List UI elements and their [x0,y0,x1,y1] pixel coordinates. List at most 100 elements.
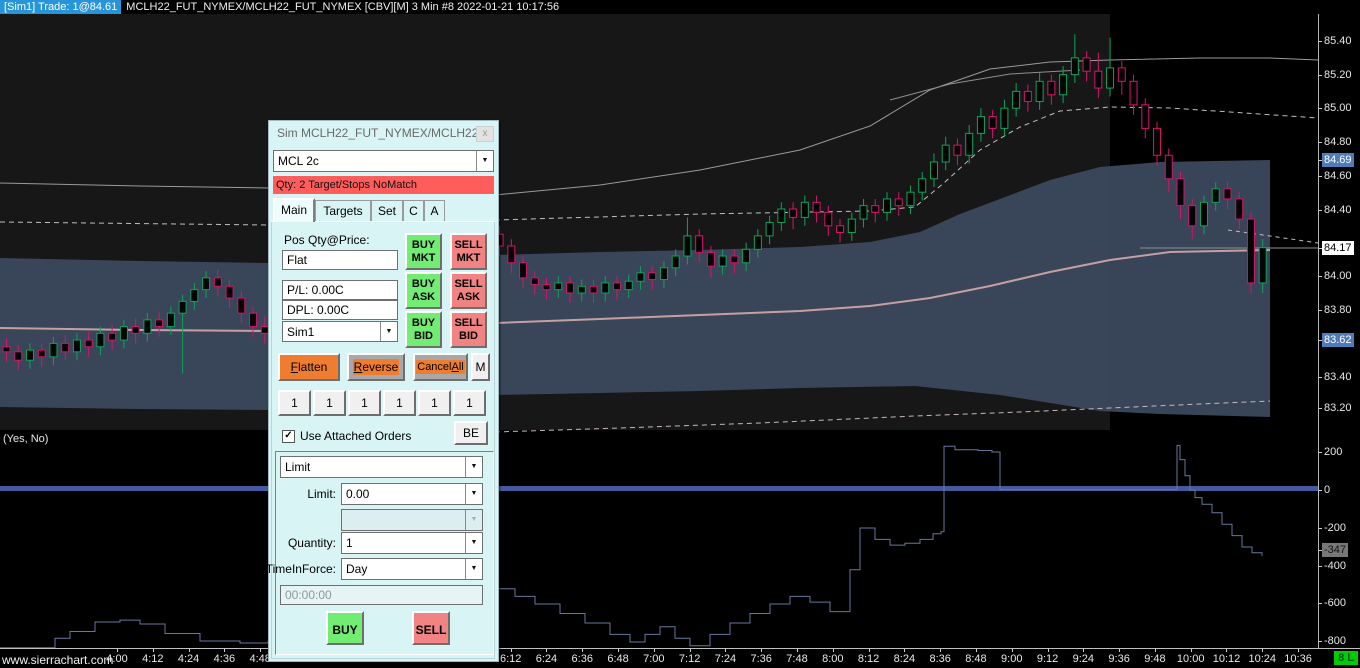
secondary-price-select: ▼ [341,509,483,531]
dropdown-arrow-icon[interactable]: ▼ [476,151,493,171]
price-label: 85.00 [1324,102,1352,114]
qty-preset-button-2[interactable]: 1 [313,390,346,416]
use-attached-orders-checkbox[interactable]: ✓ [282,430,295,443]
time-tick [1226,649,1228,652]
time-tick [260,649,262,652]
buy-bid-button[interactable]: BUY BID [405,311,442,348]
qty-preset-button-4[interactable]: 1 [383,390,416,416]
dropdown-arrow-icon[interactable]: ▼ [465,457,482,477]
time-label: 6:24 [535,653,558,665]
time-label: 7:00 [643,653,665,665]
zero-line [0,486,1318,491]
order-type-value: Limit [285,460,311,474]
price-label: -400 [1324,560,1347,572]
time-tick [940,649,942,652]
qty-preset-button-3[interactable]: 1 [348,390,381,416]
chart-title: MCLH22_FUT_NYMEX/MCLH22_FUT_NYMEX [CBV][… [126,1,560,13]
flatten-button[interactable]: Flatten [278,353,340,381]
tab-main[interactable]: Main [273,198,315,222]
qty-preset-button-6[interactable]: 1 [453,390,486,416]
tif-value: Day [346,562,368,576]
time-tick [618,649,620,652]
account-select-value: Sim1 [287,325,315,339]
limit-price-value: 0.00 [346,487,370,501]
close-icon[interactable]: x [476,126,494,142]
time-label: 4:36 [213,653,236,665]
account-select[interactable]: Sim1 ▼ [282,321,398,342]
price-highlight-label: 83.62 [1322,333,1354,347]
reverse-button[interactable]: Reverse [347,353,405,381]
time-tick [188,649,190,652]
time-label: 10:36 [1284,653,1312,665]
trade-window[interactable]: Sim MCLH22_FUT_NYMEX/MCLH22... x MCL 2c … [266,120,499,662]
qty-preset-button-1[interactable]: 1 [278,390,311,416]
quantity-label: Quantity: [287,536,336,550]
time-label: 7:48 [786,653,808,665]
delta-step-line [0,444,1263,648]
time-tick [117,649,118,652]
axis-divider [1318,14,1319,648]
order-type-select[interactable]: Limit ▼ [280,456,483,478]
time-tick [1190,649,1192,652]
price-label: 83.80 [1324,304,1352,316]
buy-ask-button[interactable]: BUY ASK [405,272,442,309]
sell-bid-button[interactable]: SELL BID [450,311,487,348]
dropdown-arrow-icon[interactable]: ▼ [465,533,482,553]
time-label: 10:24 [1248,653,1277,665]
use-attached-orders-label: Use Attached Orders [300,429,412,443]
candle [1117,61,1126,95]
time-label: 7:24 [714,653,737,665]
sell-button[interactable]: SELL [412,611,450,645]
time-tick [1047,649,1049,652]
tab-a[interactable]: A [424,200,445,221]
price-axis[interactable]: 85.40 85.20 85.00 84.80 84.69 84.60 84.40 84.17… [1318,0,1360,648]
dpl-field[interactable] [282,300,398,320]
time-tick [546,649,548,652]
sierra-chart-window: [Sim1] Trade: 1@84.61 MCLH22_FUT_NYMEX/MC… [0,0,1360,668]
symbol-select[interactable]: MCL 2c ▼ [273,150,494,172]
dropdown-arrow-icon[interactable]: ▼ [380,322,397,341]
time-tick [725,649,727,652]
chart-plot-area[interactable]: (Yes, No) [0,14,1318,648]
position-field[interactable] [282,250,398,270]
time-tick [832,649,834,652]
time-label: 4:00 [106,653,128,665]
time-label: 4:24 [177,653,200,665]
dropdown-arrow-icon[interactable]: ▼ [465,484,482,504]
qty-preset-button-5[interactable]: 1 [418,390,451,416]
dropdown-arrow-icon[interactable]: ▼ [465,559,482,579]
time-tick [1298,649,1300,652]
m-button[interactable]: M [471,353,490,381]
tab-set[interactable]: Set [371,200,403,221]
be-button[interactable]: BE [454,421,488,445]
tif-select[interactable]: Day ▼ [341,558,483,580]
price-highlight-label: -347 [1322,543,1349,557]
time-label: 8:12 [857,653,880,665]
time-label: 8:48 [965,653,987,665]
price-label: 83.20 [1324,402,1352,414]
tab-c[interactable]: C [403,200,424,221]
buy-button[interactable]: BUY [326,611,364,645]
time-label: 6:36 [571,653,593,665]
order-alert-banner: Qty: 2 Target/Stops NoMatch [273,176,494,194]
cancel-all-button[interactable]: CancelAll [413,353,468,381]
time-label: 9:36 [1108,653,1130,665]
sell-ask-button[interactable]: SELL ASK [450,272,487,309]
time-tick [1154,649,1156,652]
time-tick [868,649,870,652]
time-axis[interactable]: www.sierrachart.com 8 L 4:00 4:12 4:24 4:36… [0,648,1360,668]
price-label: -200 [1324,522,1347,534]
pl-field[interactable] [282,280,398,300]
limit-price-select[interactable]: 0.00 ▼ [341,483,483,505]
buy-mkt-button[interactable]: BUY MKT [405,233,442,270]
time-tick [510,649,512,652]
order-time-field[interactable] [280,585,483,605]
chart-title-bar: [Sim1] Trade: 1@84.61 MCLH22_FUT_NYMEX/MC… [0,0,1360,14]
sell-mkt-button[interactable]: SELL MKT [450,233,487,270]
quantity-select[interactable]: 1 ▼ [341,532,483,554]
time-label: 10:12 [1212,653,1241,665]
tab-targets[interactable]: Targets [315,200,371,221]
candle [1129,74,1138,115]
price-highlight-label: 84.17 [1322,241,1354,255]
time-label: 6:12 [499,653,522,665]
